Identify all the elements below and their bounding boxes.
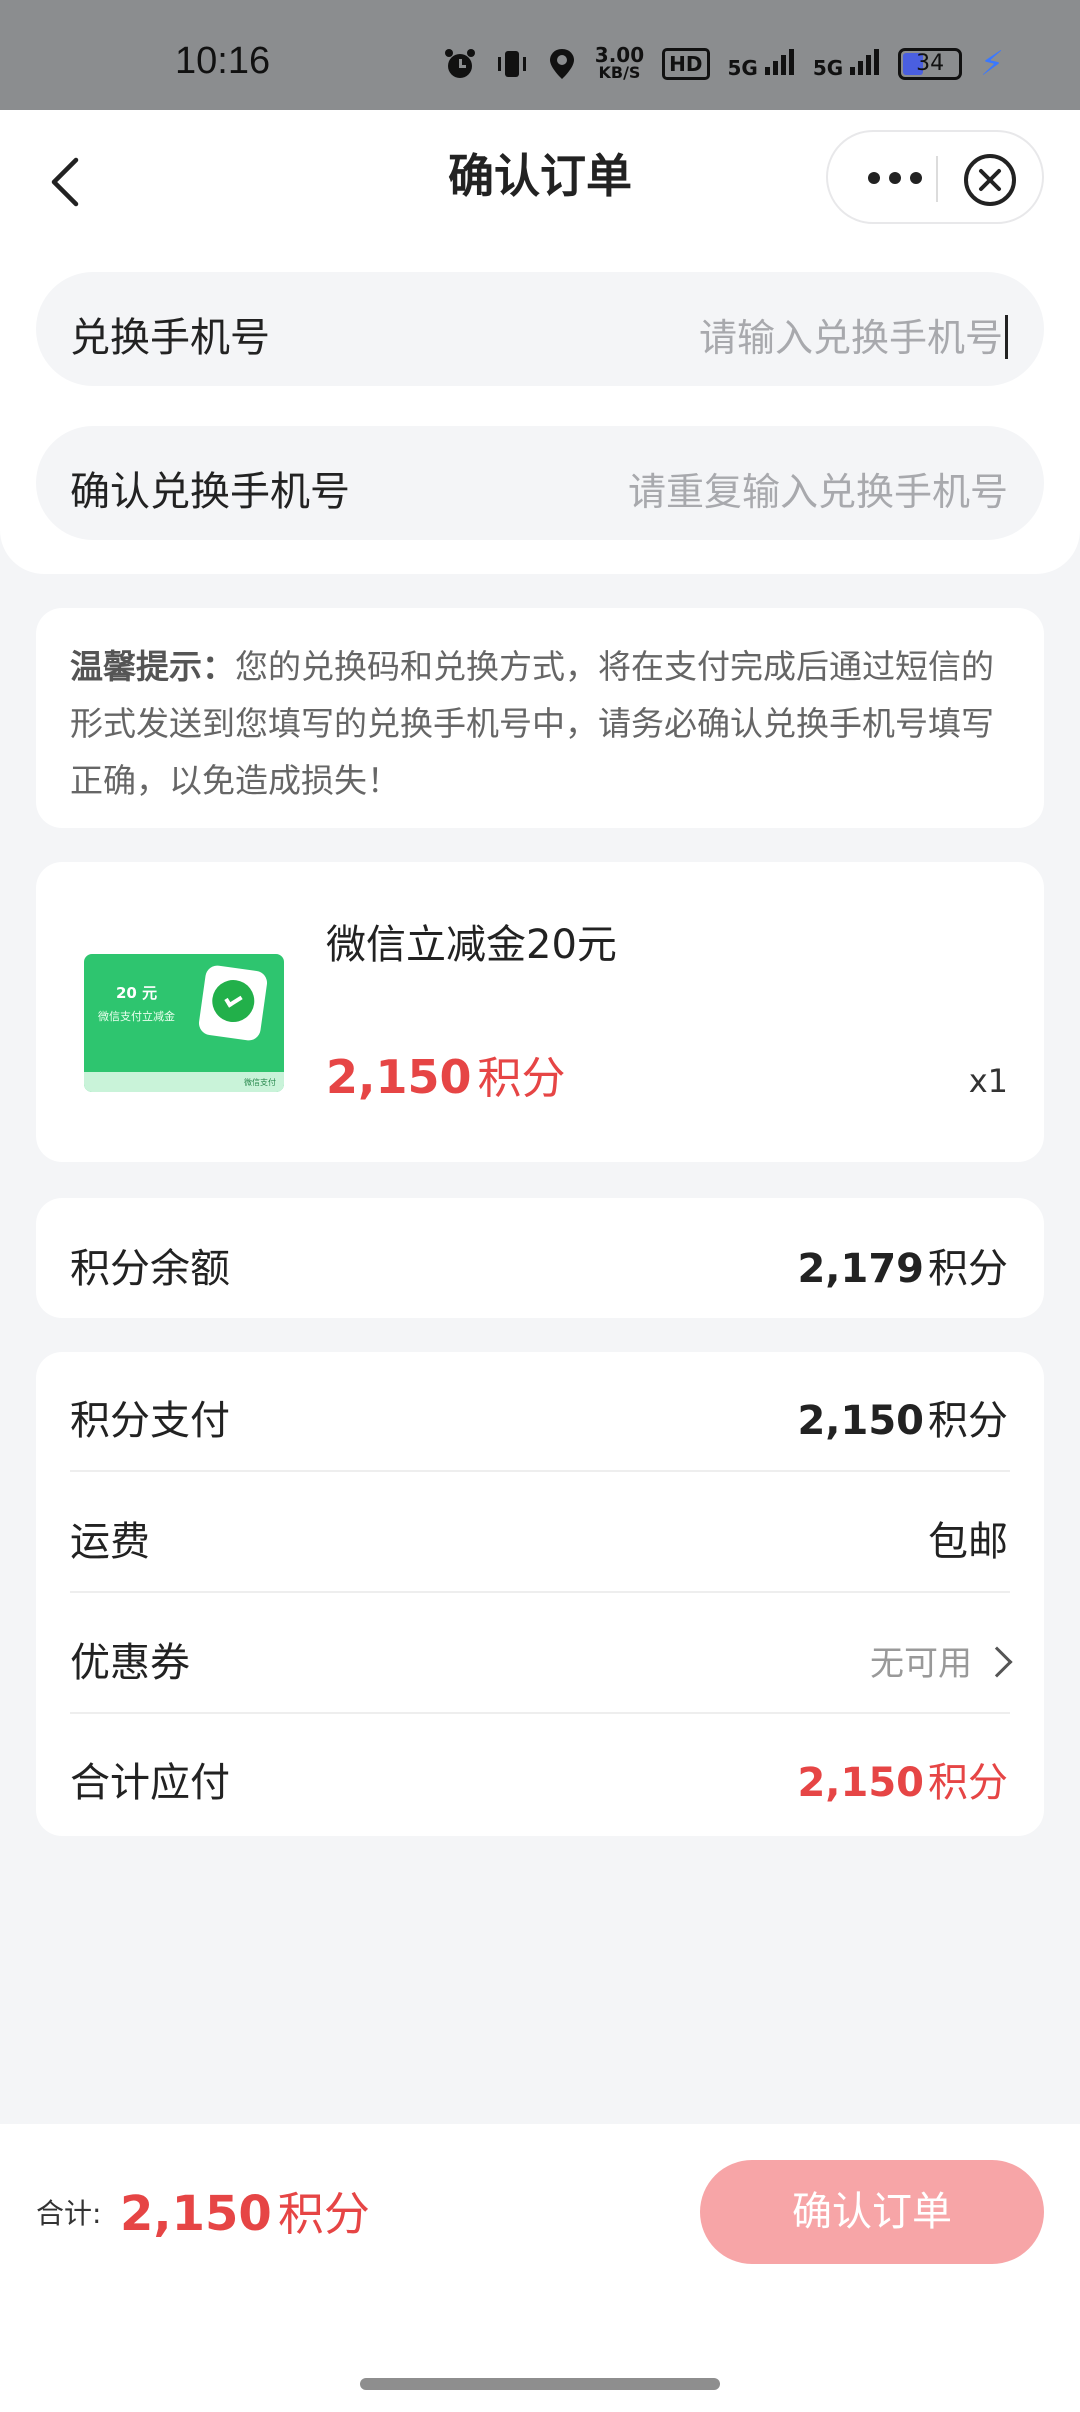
points-pay-row: 积分支付 2,150 积分 xyxy=(36,1352,1044,1472)
total-due-value: 2,150 积分 xyxy=(797,1750,1008,1808)
net-speed-unit: KB/S xyxy=(598,63,641,82)
shipping-value: 包邮 xyxy=(928,1519,1008,1565)
product-quantity: x1 xyxy=(968,1062,1008,1100)
alarm-icon xyxy=(444,49,475,78)
net-speed-value: 3.00 xyxy=(594,43,645,67)
vibrate-icon xyxy=(497,51,526,77)
signal-icon-2: 5G xyxy=(812,48,880,80)
balance-value: 2,179 积分 xyxy=(797,1236,1008,1294)
more-dots-icon[interactable] xyxy=(860,154,930,202)
product-name: 微信立减金20元 xyxy=(326,922,617,968)
close-circle-icon[interactable] xyxy=(962,152,1018,208)
points-pay-number: 2,150 xyxy=(797,1398,924,1444)
signal-icon: 5G xyxy=(727,48,795,80)
balance-number: 2,179 xyxy=(797,1246,924,1292)
status-bar: 10:16 3.00 KB/S HD 5G 5G 34 ⚡ xyxy=(0,0,1080,110)
phone-field[interactable]: 兑换手机号 请输入兑换手机号 xyxy=(36,272,1044,386)
product-thumbnail: 20 元 微信支付立减金 微信支付 xyxy=(84,954,284,1092)
phone-placeholder: 请输入兑换手机号 xyxy=(698,316,1003,360)
capsule-divider xyxy=(936,156,938,202)
thumb-caption: 微信支付立减金 xyxy=(98,1010,175,1023)
phone-input[interactable]: 请输入兑换手机号 xyxy=(699,307,1008,362)
order-form-card: 确认订单 兑换手机号 请输入兑换手机号 确认兑换手机号 请重复输入兑换手机号 xyxy=(0,110,1080,574)
signal-bars-icon-2 xyxy=(850,48,880,75)
signal-bars-icon xyxy=(764,48,794,75)
coupon-label: 优惠券 xyxy=(70,1640,190,1686)
bottom-total-unit: 积分 xyxy=(277,2187,370,2241)
product-price: 2,150 积分 xyxy=(326,1042,566,1106)
status-time: 10:16 xyxy=(175,40,271,82)
bottom-total-number: 2,150 xyxy=(120,2186,272,2242)
total-due-unit: 积分 xyxy=(928,1760,1008,1806)
total-due-number: 2,150 xyxy=(797,1760,924,1806)
battery-level: 34 xyxy=(916,51,945,76)
mini-program-capsule xyxy=(826,130,1044,224)
confirm-phone-input[interactable]: 请重复输入兑换手机号 xyxy=(628,461,1008,516)
thumb-brand: 微信支付 xyxy=(244,1078,276,1087)
product-card: 20 元 微信支付立减金 微信支付 微信立减金20元 2,150 积分 x1 xyxy=(36,862,1044,1162)
wechat-pay-logo-icon xyxy=(197,964,269,1042)
net-speed: 3.00 KB/S xyxy=(594,43,645,82)
signal-label-2: 5G xyxy=(812,55,844,80)
balance-label: 积分余额 xyxy=(70,1246,230,1292)
points-pay-label: 积分支付 xyxy=(70,1398,230,1444)
hd-icon: HD xyxy=(662,48,710,80)
product-price-unit: 积分 xyxy=(477,1053,566,1104)
points-pay-unit: 积分 xyxy=(928,1398,1008,1444)
summary-card: 积分支付 2,150 积分 运费 包邮 优惠券 无可用 合计应付 2,150 积分 xyxy=(36,1352,1044,1836)
location-icon xyxy=(549,49,574,79)
product-price-value: 2,150 xyxy=(326,1050,472,1104)
bottom-total-value: 2,150 积分 xyxy=(120,2178,370,2244)
chevron-right-icon xyxy=(981,1646,1013,1678)
tip-card: 温馨提示：您的兑换码和兑换方式，将在支付完成后通过短信的形式发送到您填写的兑换手… xyxy=(36,608,1044,828)
points-pay-value: 2,150 积分 xyxy=(797,1388,1008,1446)
shipping-row: 运费 包邮 xyxy=(36,1473,1044,1593)
battery-icon: 34 xyxy=(898,48,963,80)
balance-card: 积分余额 2,179 积分 xyxy=(36,1198,1044,1318)
coupon-status: 无可用 xyxy=(870,1644,972,1684)
bottom-checkout-bar: 合计: 2,150 积分 确认订单 xyxy=(0,2124,1080,2412)
balance-unit: 积分 xyxy=(928,1246,1008,1292)
confirm-phone-field[interactable]: 确认兑换手机号 请重复输入兑换手机号 xyxy=(36,426,1044,540)
signal-label-1: 5G xyxy=(727,55,758,80)
charging-icon: ⚡ xyxy=(980,44,1004,84)
phone-label: 兑换手机号 xyxy=(70,315,270,361)
bottom-total-label: 合计: xyxy=(36,2197,102,2230)
shipping-label: 运费 xyxy=(70,1519,150,1565)
thumb-amount: 20 元 xyxy=(116,984,158,1002)
home-indicator[interactable] xyxy=(360,2378,720,2390)
coupon-value[interactable]: 无可用 xyxy=(870,1636,1013,1685)
status-icons: 3.00 KB/S HD 5G 5G 34 ⚡ xyxy=(443,44,1004,84)
total-row: 合计应付 2,150 积分 xyxy=(36,1714,1044,1834)
coupon-row[interactable]: 优惠券 无可用 xyxy=(36,1594,1044,1714)
confirm-phone-label: 确认兑换手机号 xyxy=(70,469,350,515)
confirm-order-button[interactable]: 确认订单 xyxy=(700,2160,1044,2264)
text-caret xyxy=(1005,315,1008,359)
total-due-label: 合计应付 xyxy=(70,1760,230,1806)
tip-title: 温馨提示： xyxy=(70,647,235,686)
